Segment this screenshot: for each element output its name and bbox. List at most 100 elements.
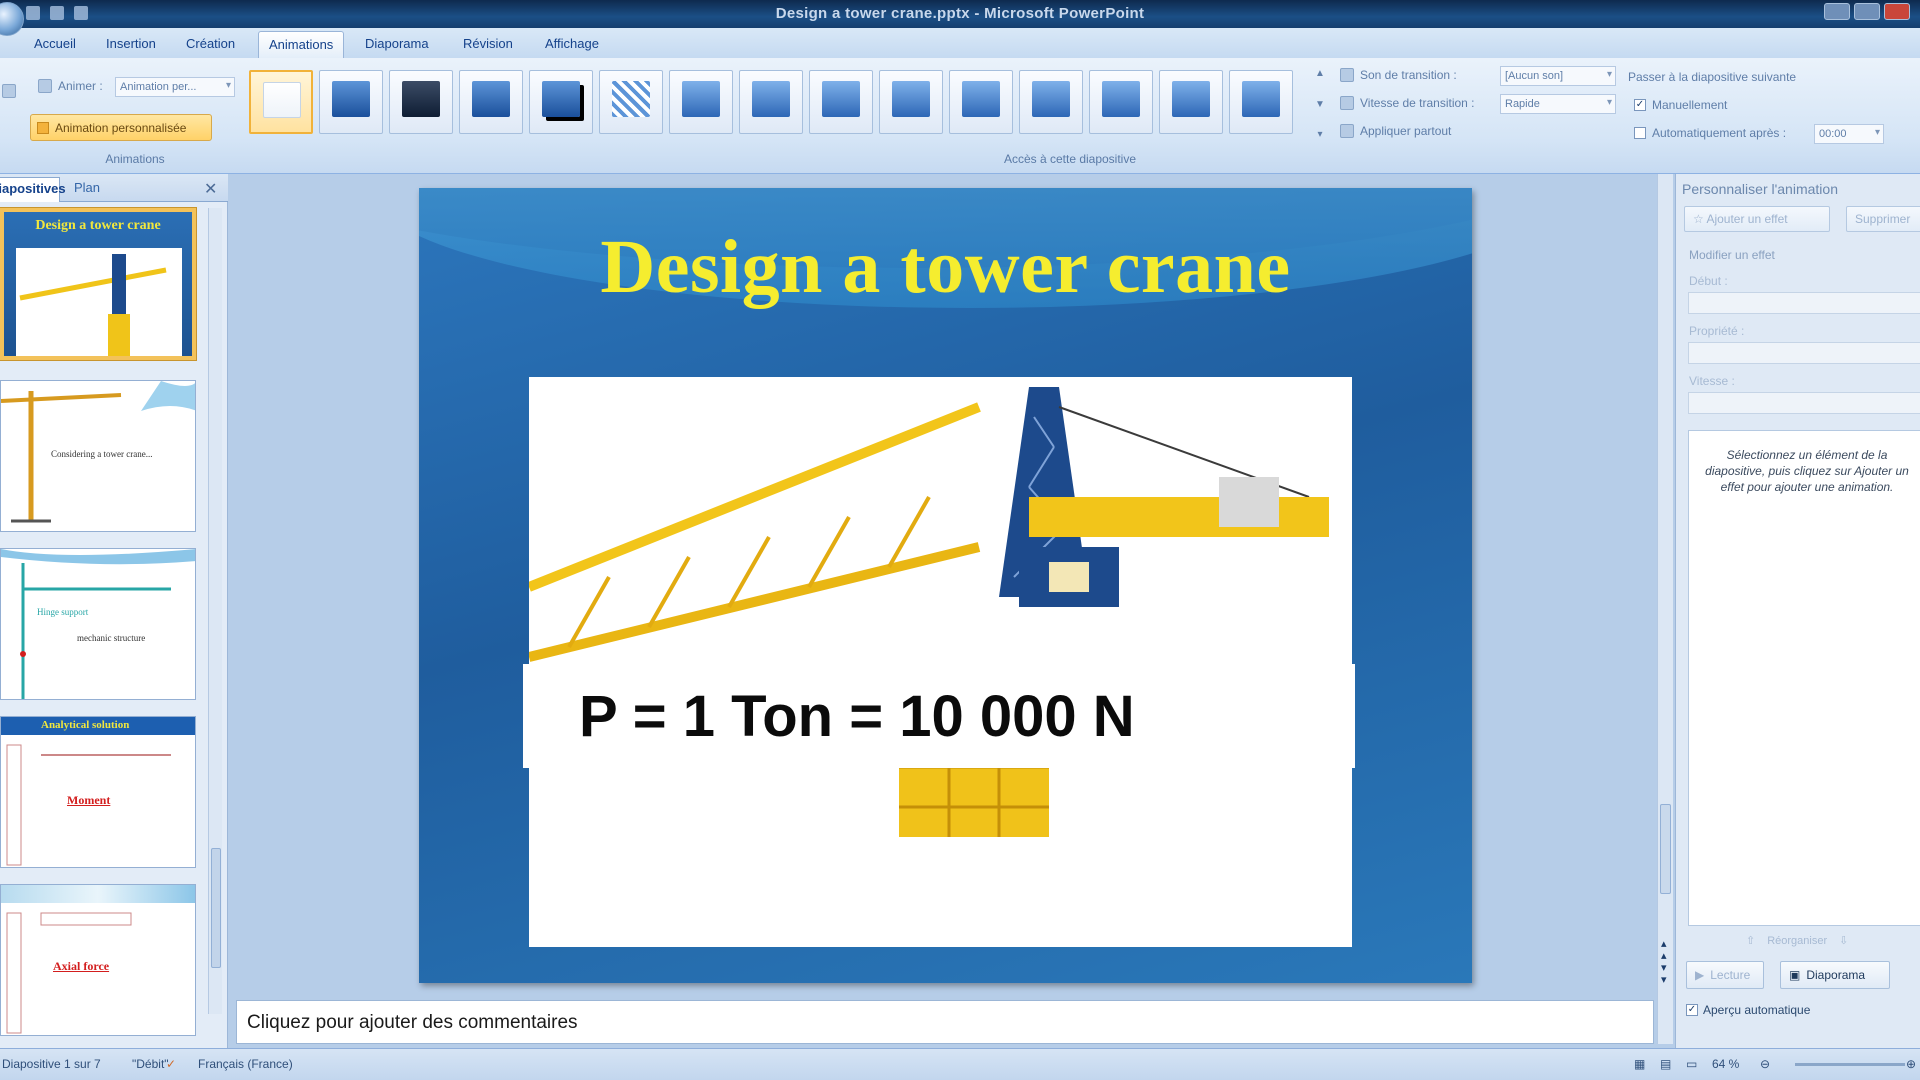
maximize-button[interactable]: [1854, 3, 1880, 20]
thumb-text: Moment: [67, 793, 111, 807]
tab-insertion[interactable]: Insertion: [106, 36, 156, 51]
gallery-scroll[interactable]: ▲ ▼ ▾: [1312, 68, 1328, 140]
reorder-controls: ⇧ Réorganiser ⇩: [1746, 934, 1848, 948]
transition-box-in[interactable]: [949, 70, 1013, 134]
animer-select[interactable]: Animation per...: [115, 77, 235, 97]
tab-revision[interactable]: Révision: [463, 36, 513, 51]
animation-list[interactable]: Sélectionnez un élément de la diapositiv…: [1688, 430, 1920, 926]
transition-wipe-up[interactable]: [879, 70, 943, 134]
zoom-level[interactable]: 64 %: [1712, 1057, 1739, 1071]
transition-cut-black[interactable]: [529, 70, 593, 134]
transition-cover-down[interactable]: [1019, 70, 1083, 134]
transition-fade-black[interactable]: [389, 70, 453, 134]
transition-wipe-left[interactable]: [739, 70, 803, 134]
editor-scrollbar[interactable]: ▴ ▴ ▾ ▾: [1657, 174, 1673, 1044]
slide-thumb-1[interactable]: Design a tower crane: [0, 208, 196, 360]
slide-thumb-3[interactable]: Hinge support mechanic structure: [0, 548, 196, 700]
crane-image[interactable]: [527, 377, 1352, 947]
passer-label: Passer à la diapositive suivante: [1628, 70, 1797, 84]
slide-thumb-4[interactable]: Analytical solution Moment: [0, 716, 196, 868]
slide-thumb-5[interactable]: Axial force: [0, 884, 196, 1036]
check-icon: ✓: [1634, 99, 1646, 111]
zoom-slider[interactable]: [1795, 1063, 1905, 1066]
window-controls: [1824, 3, 1910, 20]
zoom-out-icon[interactable]: ⊖: [1760, 1057, 1770, 1071]
vitesse-select[interactable]: [1688, 392, 1920, 414]
transition-cover-left[interactable]: [1089, 70, 1153, 134]
tower-crane-illustration: [527, 387, 1329, 837]
close-button[interactable]: [1884, 3, 1910, 20]
thumb-text: Axial force: [53, 959, 110, 973]
notes-area[interactable]: Cliquez pour ajouter des commentaires: [236, 1000, 1654, 1044]
auto-time-spinner[interactable]: 00:00: [1814, 124, 1884, 144]
apply-all-icon: [1340, 124, 1354, 138]
transition-cover-up[interactable]: [1229, 70, 1293, 134]
star-icon: [37, 121, 49, 134]
transition-wipe-right[interactable]: [809, 70, 873, 134]
thumb-text: Considering a tower crane...: [51, 449, 153, 459]
transition-gallery: [249, 70, 1309, 142]
workspace: Diapositives Plan ✕ Design a tower crane: [0, 174, 1920, 1080]
prev-next-slide-icon[interactable]: ▴ ▴ ▾ ▾: [1661, 938, 1667, 986]
automatiquement-checkbox[interactable]: Automatiquement après :: [1634, 126, 1786, 140]
move-down-icon[interactable]: ⇩: [1839, 934, 1848, 947]
tab-creation[interactable]: Création: [186, 36, 235, 51]
propriete-label: Propriété :: [1689, 324, 1745, 338]
son-select[interactable]: [Aucun son]: [1500, 66, 1616, 86]
language[interactable]: Français (France): [198, 1057, 293, 1071]
manuellement-checkbox[interactable]: ✓ Manuellement: [1634, 98, 1727, 112]
move-up-icon[interactable]: ⇧: [1746, 934, 1755, 947]
group-label-transition: Accès à cette diapositive: [1003, 152, 1137, 166]
transition-fade[interactable]: [319, 70, 383, 134]
slide-title[interactable]: Design a tower crane: [419, 224, 1472, 311]
delete-effect-button[interactable]: Supprimer: [1846, 206, 1920, 232]
thumb-text: mechanic structure: [77, 633, 146, 643]
tab-animations[interactable]: Animations: [258, 31, 345, 58]
custom-animation-button[interactable]: Animation personnalisée: [30, 114, 212, 141]
minimize-button[interactable]: [1824, 3, 1850, 20]
son-label: Son de transition :: [1340, 68, 1457, 82]
reorder-label: Réorganiser: [1767, 934, 1828, 947]
sound-icon: [1340, 68, 1354, 82]
tab-plan[interactable]: Plan: [74, 180, 100, 195]
tab-accueil[interactable]: Accueil: [34, 36, 76, 51]
vitesse-select[interactable]: Rapide: [1500, 94, 1616, 114]
slides-pane: Diapositives Plan ✕ Design a tower crane: [0, 174, 228, 1048]
play-icon: ▶: [1695, 968, 1705, 982]
slide-number: Diapositive 1 sur 7: [2, 1057, 101, 1071]
speed-icon: [1340, 96, 1354, 110]
play-button[interactable]: ▶ Lecture: [1686, 961, 1764, 989]
spellcheck-icon[interactable]: ✓: [166, 1057, 176, 1071]
slides-scrollbar[interactable]: [208, 208, 222, 1014]
transition-dissolve[interactable]: [599, 70, 663, 134]
preview-button[interactable]: [2, 84, 16, 98]
close-icon[interactable]: ✕: [204, 179, 217, 199]
debut-select[interactable]: [1688, 292, 1920, 314]
slideshow-button[interactable]: ▣ Diaporama: [1780, 961, 1890, 989]
slideshow-view-icon[interactable]: ▭: [1686, 1057, 1697, 1071]
slide-canvas[interactable]: Design a tower crane P = 1 Ton = 10 000 …: [419, 188, 1472, 983]
tab-affichage[interactable]: Affichage: [545, 36, 599, 51]
transition-none[interactable]: [249, 70, 313, 134]
add-effect-button[interactable]: ☆ Ajouter un effet: [1684, 206, 1830, 232]
tab-slides[interactable]: Diapositives: [0, 177, 66, 202]
theme-name: "Débit": [132, 1057, 169, 1071]
auto-preview-checkbox[interactable]: ✓ Aperçu automatique: [1686, 1003, 1810, 1017]
sorter-view-icon[interactable]: ▤: [1660, 1057, 1671, 1071]
slideshow-icon: ▣: [1789, 968, 1801, 982]
pane-title: Personnaliser l'animation: [1682, 181, 1838, 197]
tab-diaporama[interactable]: Diaporama: [365, 36, 429, 51]
slide-thumb-2[interactable]: Considering a tower crane...: [0, 380, 196, 532]
appliquer-partout-button[interactable]: Appliquer partout: [1340, 124, 1451, 138]
thumb-title: Design a tower crane: [35, 218, 161, 233]
formula-text[interactable]: P = 1 Ton = 10 000 N: [523, 664, 1355, 768]
transition-cover-right[interactable]: [1159, 70, 1223, 134]
thumb-title: Analytical solution: [41, 719, 130, 731]
propriete-select[interactable]: [1688, 342, 1920, 364]
zoom-in-icon[interactable]: ⊕: [1906, 1057, 1916, 1071]
transition-cut[interactable]: [459, 70, 523, 134]
transition-wipe-down[interactable]: [669, 70, 733, 134]
normal-view-icon[interactable]: ▦: [1634, 1057, 1645, 1071]
animation-hint: Sélectionnez un élément de la diapositiv…: [1705, 448, 1909, 494]
thumb-hinge-text: Hinge support: [37, 607, 89, 617]
